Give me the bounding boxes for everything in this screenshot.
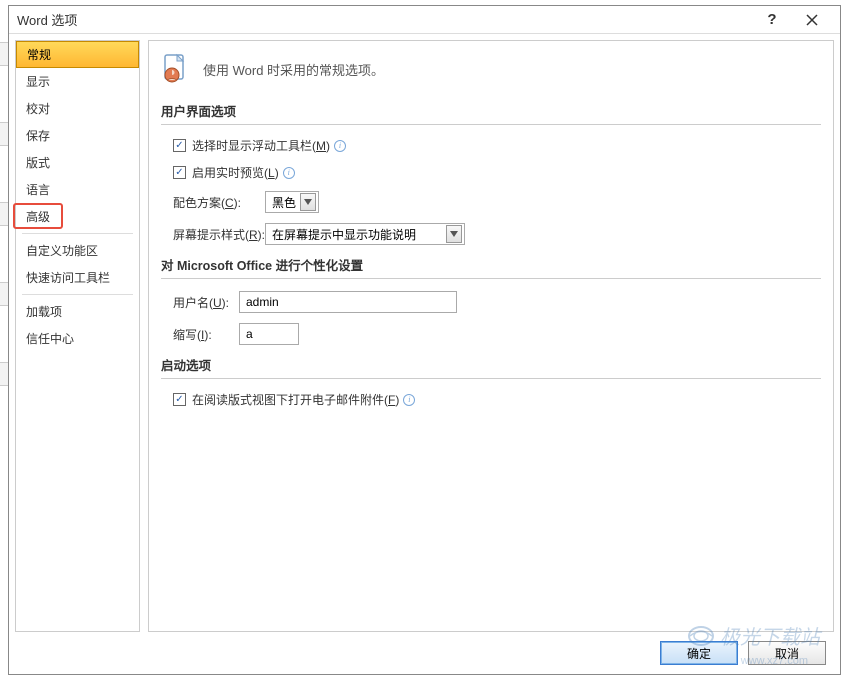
- general-options-icon: [161, 53, 193, 85]
- sidebar-item-save[interactable]: 保存: [16, 122, 139, 149]
- sidebar-item-proofing[interactable]: 校对: [16, 95, 139, 122]
- mini-toolbar-checkbox[interactable]: [173, 139, 186, 152]
- sidebar-item-general[interactable]: 常规: [16, 41, 139, 68]
- close-button[interactable]: [792, 6, 832, 34]
- sidebar: 常规 显示 校对 保存 版式 语言 高级 自定义功能区 快速访问工具栏 加载项 …: [15, 40, 140, 632]
- content-header-text: 使用 Word 时采用的常规选项。: [203, 60, 384, 79]
- dialog-footer: 确定 取消: [9, 632, 840, 674]
- sidebar-item-trust-center[interactable]: 信任中心: [16, 325, 139, 352]
- word-options-dialog: Word 选项 ? 常规 显示 校对 保存 版式 语言 高级 自定义功能区 快速…: [8, 5, 841, 675]
- dropdown-button[interactable]: [300, 193, 316, 211]
- color-scheme-select[interactable]: 黑色: [265, 191, 319, 213]
- dialog-title: Word 选项: [17, 10, 752, 29]
- cancel-button[interactable]: 取消: [748, 641, 826, 665]
- reading-view-label: 在阅读版式视图下打开电子邮件附件(F): [192, 391, 399, 408]
- screentip-select[interactable]: 在屏幕提示中显示功能说明: [265, 223, 465, 245]
- initials-label: 缩写(I):: [173, 326, 239, 343]
- dropdown-button[interactable]: [446, 225, 462, 243]
- titlebar: Word 选项 ?: [9, 6, 840, 34]
- screentip-value: 在屏幕提示中显示功能说明: [272, 226, 442, 243]
- sidebar-item-quick-access[interactable]: 快速访问工具栏: [16, 264, 139, 291]
- sidebar-item-language[interactable]: 语言: [16, 176, 139, 203]
- reading-view-checkbox[interactable]: [173, 393, 186, 406]
- help-button[interactable]: ?: [752, 6, 792, 34]
- content-header: 使用 Word 时采用的常规选项。: [161, 53, 821, 85]
- info-icon[interactable]: [283, 167, 295, 179]
- ok-button[interactable]: 确定: [660, 641, 738, 665]
- color-scheme-value: 黑色: [272, 194, 296, 211]
- live-preview-label: 启用实时预览(L): [192, 164, 279, 181]
- sidebar-item-display[interactable]: 显示: [16, 68, 139, 95]
- sidebar-item-addins[interactable]: 加载项: [16, 298, 139, 325]
- section-title-ui: 用户界面选项: [161, 101, 821, 125]
- username-label: 用户名(U):: [173, 294, 239, 311]
- sidebar-item-advanced[interactable]: 高级: [16, 203, 139, 230]
- mini-toolbar-label: 选择时显示浮动工具栏(M): [192, 137, 330, 154]
- sidebar-separator: [22, 294, 133, 295]
- color-scheme-label: 配色方案(C):: [173, 194, 265, 211]
- sidebar-separator: [22, 233, 133, 234]
- live-preview-checkbox[interactable]: [173, 166, 186, 179]
- sidebar-item-customize-ribbon[interactable]: 自定义功能区: [16, 237, 139, 264]
- info-icon[interactable]: [334, 140, 346, 152]
- sidebar-item-layout[interactable]: 版式: [16, 149, 139, 176]
- section-title-personalize: 对 Microsoft Office 进行个性化设置: [161, 255, 821, 279]
- screentip-label: 屏幕提示样式(R):: [173, 226, 265, 243]
- section-title-startup: 启动选项: [161, 355, 821, 379]
- content-pane: 使用 Word 时采用的常规选项。 用户界面选项 选择时显示浮动工具栏(M) 启…: [148, 40, 834, 632]
- username-input[interactable]: [239, 291, 457, 313]
- initials-input[interactable]: [239, 323, 299, 345]
- info-icon[interactable]: [403, 394, 415, 406]
